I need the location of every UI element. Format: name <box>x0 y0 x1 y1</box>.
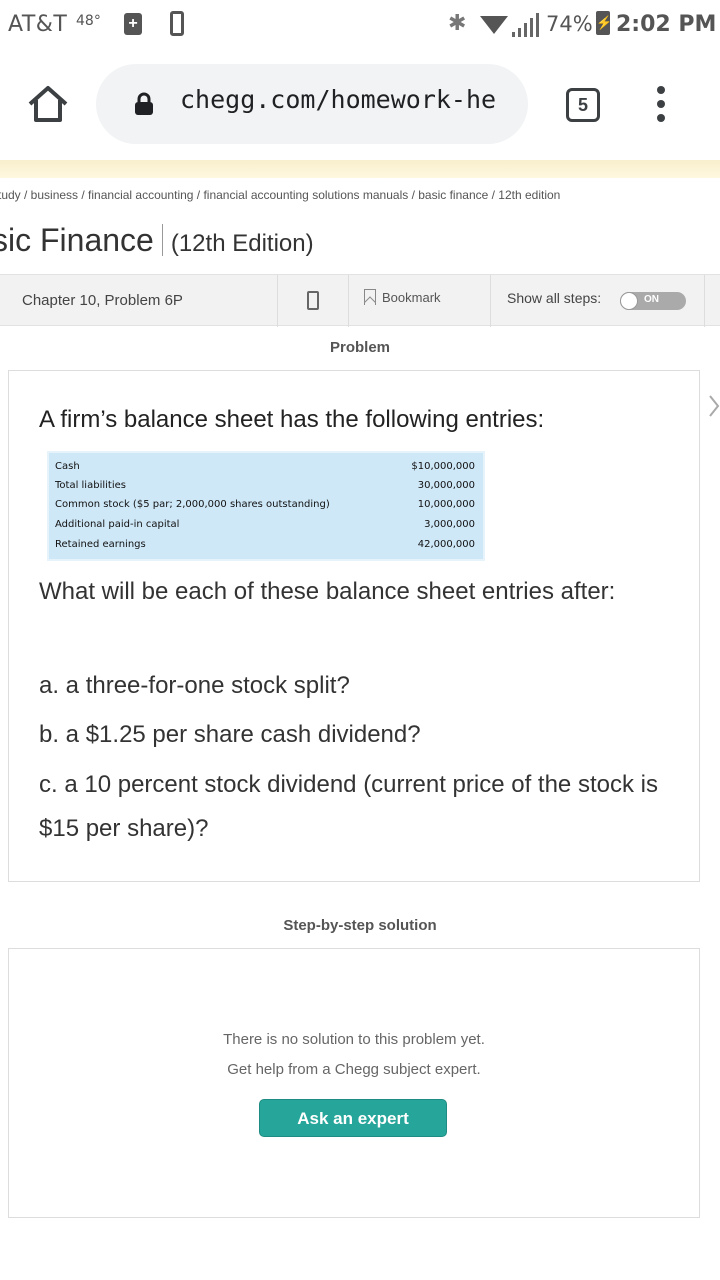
browser-toolbar: chegg.com/homework-he 5 <box>0 52 720 160</box>
toggle-label: ON <box>644 294 659 305</box>
book-edition: (12th Edition) <box>170 230 314 257</box>
notice-bar <box>0 160 720 178</box>
toggle-knob <box>620 292 638 310</box>
temperature-label: 48° <box>76 13 101 29</box>
phone-icon <box>307 291 319 310</box>
entry-value: 30,000,000 <box>417 480 475 491</box>
status-bar: AT&T 48° + ✱ 74% ⚡ 2:02 PM <box>0 0 720 52</box>
bookmark-icon <box>364 289 376 305</box>
bluetooth-icon: ✱ <box>448 10 467 35</box>
balance-sheet-table: Cash $10,000,000 Total liabilities 30,00… <box>47 451 485 561</box>
clock: 2:02 PM <box>616 12 717 37</box>
book-title: sic Finance <box>0 222 154 258</box>
no-solution-message: There is no solution to this problem yet… <box>223 1031 485 1048</box>
problem-intro: A firm’s balance sheet has the following… <box>39 406 545 433</box>
home-icon[interactable] <box>26 82 70 126</box>
carrier-label: AT&T <box>8 12 68 37</box>
entry-value: 3,000,000 <box>424 519 475 530</box>
lock-icon <box>135 92 153 115</box>
entry-value: $10,000,000 <box>411 461 475 472</box>
entry-label: Cash <box>55 461 80 472</box>
entry-label: Common stock ($5 par; 2,000,000 shares o… <box>55 499 330 510</box>
problem-card: A firm’s balance sheet has the following… <box>8 370 700 882</box>
expert-help-message: Get help from a Chegg subject expert. <box>227 1061 481 1078</box>
battery-charging-icon: ⚡ <box>596 11 612 35</box>
battery-percent: 74% <box>546 12 593 36</box>
show-all-steps-label: Show all steps: <box>507 290 602 306</box>
problem-question: What will be each of these balance sheet… <box>39 578 616 605</box>
address-bar[interactable]: chegg.com/homework-he <box>96 64 528 144</box>
mobile-view-button[interactable] <box>277 275 349 327</box>
toolbar-divider <box>704 275 705 327</box>
tab-switcher-button[interactable]: 5 <box>566 88 600 122</box>
entry-value: 10,000,000 <box>417 499 475 510</box>
problem-part-b: b. a $1.25 per share cash dividend? <box>39 721 421 748</box>
entry-label: Retained earnings <box>55 539 146 550</box>
problem-part-c: c. a 10 percent stock dividend (current … <box>39 771 658 842</box>
signal-icon <box>512 13 539 37</box>
ask-expert-button[interactable]: Ask an expert <box>259 1099 447 1137</box>
chevron-right-icon[interactable] <box>708 392 720 422</box>
solution-card: There is no solution to this problem yet… <box>8 948 700 1218</box>
page-title: sic Finance (12th Edition) <box>0 222 314 259</box>
url-text[interactable]: chegg.com/homework-he <box>180 85 512 114</box>
browser-menu-icon[interactable] <box>654 86 668 126</box>
plus-notification-icon: + <box>124 13 142 35</box>
bookmark-label: Bookmark <box>382 290 441 305</box>
chapter-problem-selector[interactable]: Chapter 10, Problem 6P <box>22 292 183 309</box>
solution-section-label: Step-by-step solution <box>283 917 437 934</box>
entry-label: Total liabilities <box>55 480 126 491</box>
problem-part-a: a. a three-for-one stock split? <box>39 672 350 699</box>
problem-section-label: Problem <box>329 339 390 356</box>
wifi-icon <box>480 16 508 34</box>
toolbar-divider <box>490 275 491 327</box>
show-all-steps-toggle[interactable]: ON <box>620 292 686 310</box>
entry-value: 42,000,000 <box>417 539 475 550</box>
bookmark-button[interactable]: Bookmark <box>364 289 441 305</box>
problem-toolbar: Chapter 10, Problem 6P Bookmark Show all… <box>0 274 720 327</box>
phone-notification-icon <box>170 11 184 36</box>
entry-label: Additional paid-in capital <box>55 519 180 530</box>
title-divider <box>161 224 163 256</box>
breadcrumb[interactable]: tudy / business / financial accounting /… <box>0 188 560 202</box>
